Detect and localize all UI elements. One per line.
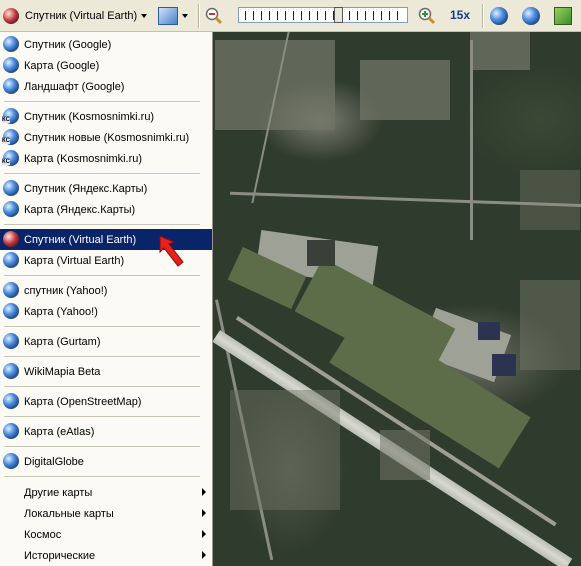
globe-icon [3, 36, 19, 52]
menu-item-label: Карта (Gurtam) [24, 335, 101, 348]
virtual-earth-icon [3, 231, 19, 247]
menu-item-label: Спутник (Яндекс.Карты) [24, 182, 148, 195]
zoom-slider-thumb[interactable] [334, 7, 343, 23]
chevron-down-icon [141, 13, 148, 18]
globe-locate-icon [490, 6, 508, 25]
zoom-out-button[interactable] [205, 2, 229, 29]
chevron-right-icon [202, 530, 206, 538]
chevron-right-icon [202, 488, 206, 496]
submenu-space[interactable]: Космос [0, 524, 212, 545]
globe-icon [3, 423, 19, 439]
menu-item-eatlas[interactable]: Карта (eAtlas) [0, 421, 212, 442]
menu-item-kosmosnimki-new[interactable]: КС Спутник новые (Kosmosnimki.ru) [0, 127, 212, 148]
menu-item-yahoo-satellite[interactable]: спутник (Yahoo!) [0, 280, 212, 301]
globe-icon [3, 453, 19, 469]
menu-item-google-satellite[interactable]: Спутник (Google) [0, 34, 212, 55]
menu-item-openstreetmap[interactable]: Карта (OpenStreetMap) [0, 391, 212, 412]
menu-item-yandex-map[interactable]: Карта (Яндекс.Карты) [0, 199, 212, 220]
menu-item-label: Карта (Yahoo!) [24, 305, 98, 318]
globe-icon [3, 363, 19, 379]
zoom-level-label: 15x [450, 8, 471, 22]
globe-clear-icon [522, 6, 540, 25]
red-pointer-arrow-icon [159, 235, 184, 267]
menu-item-label: Карта (OpenStreetMap) [24, 395, 142, 408]
submenu-label: Другие карты [24, 486, 93, 499]
submenu-label: Локальные карты [24, 507, 114, 520]
globe-icon [3, 282, 19, 298]
menu-item-label: спутник (Yahoo!) [24, 284, 108, 297]
menu-item-label: Спутник (Virtual Earth) [24, 233, 137, 246]
menu-item-label: Карта (Kosmosnimki.ru) [24, 152, 143, 165]
submenu-historical[interactable]: Исторические [0, 545, 212, 566]
menu-item-kosmosnimki-satellite[interactable]: КС Спутник (Kosmosnimki.ru) [0, 106, 212, 127]
menu-item-digitalglobe[interactable]: DigitalGlobe [0, 451, 212, 472]
menu-item-gurtam-map[interactable]: Карта (Gurtam) [0, 331, 212, 352]
globe-icon [3, 252, 19, 268]
menu-item-label: Карта (Virtual Earth) [24, 254, 125, 267]
layers-dropdown[interactable] [158, 2, 194, 29]
menu-item-label: Спутник новые (Kosmosnimki.ru) [24, 131, 190, 144]
submenu-label: Исторические [24, 549, 96, 562]
kosmosnimki-badge: КС [2, 138, 10, 144]
zoom-slider[interactable] [238, 7, 408, 23]
menu-item-label: DigitalGlobe [24, 455, 84, 468]
chevron-right-icon [202, 551, 206, 559]
submenu-other-maps[interactable]: Другие карты [0, 482, 212, 503]
locate-button[interactable] [490, 2, 514, 29]
menu-item-label: Карта (Google) [24, 59, 100, 72]
virtual-earth-icon [3, 7, 19, 24]
map-source-menu: Спутник (Google) Карта (Google) Ландшафт… [0, 32, 213, 566]
kosmosnimki-badge: КС [2, 159, 10, 165]
kosmosnimki-badge: КС [2, 117, 10, 123]
export-button[interactable] [554, 2, 578, 29]
globe-icon [3, 333, 19, 349]
menu-item-google-terrain[interactable]: Ландшафт (Google) [0, 76, 212, 97]
toolbar: Спутник (Virtual Earth) 15x [0, 0, 581, 32]
menu-item-label: Карта (eAtlas) [24, 425, 95, 438]
zoom-in-button[interactable] [418, 2, 442, 29]
menu-item-kosmosnimki-map[interactable]: КС Карта (Kosmosnimki.ru) [0, 148, 212, 169]
zoom-in-icon [418, 7, 436, 24]
globe-icon [3, 393, 19, 409]
clear-marks-button[interactable] [522, 2, 546, 29]
globe-icon [3, 180, 19, 196]
map-source-dropdown[interactable]: Спутник (Virtual Earth) [3, 2, 155, 29]
submenu-label: Космос [24, 528, 62, 541]
chevron-right-icon [202, 509, 206, 517]
chevron-down-icon [182, 13, 188, 18]
submenu-local-maps[interactable]: Локальные карты [0, 503, 212, 524]
globe-icon [3, 78, 19, 94]
menu-item-yandex-satellite[interactable]: Спутник (Яндекс.Карты) [0, 178, 212, 199]
map-export-icon [554, 6, 572, 25]
menu-item-label: Карта (Яндекс.Карты) [24, 203, 136, 216]
menu-item-label: WikiMapia Beta [24, 365, 101, 378]
menu-item-label: Спутник (Kosmosnimki.ru) [24, 110, 155, 123]
menu-item-label: Спутник (Google) [24, 38, 112, 51]
menu-item-wikimapia[interactable]: WikiMapia Beta [0, 361, 212, 382]
menu-item-google-map[interactable]: Карта (Google) [0, 55, 212, 76]
globe-icon [3, 201, 19, 217]
globe-icon [3, 57, 19, 73]
map-layers-icon [158, 6, 178, 25]
menu-item-label: Ландшафт (Google) [24, 80, 125, 93]
zoom-out-icon [205, 7, 223, 24]
menu-item-yahoo-map[interactable]: Карта (Yahoo!) [0, 301, 212, 322]
globe-icon [3, 303, 19, 319]
map-source-label: Спутник (Virtual Earth) [25, 9, 138, 22]
